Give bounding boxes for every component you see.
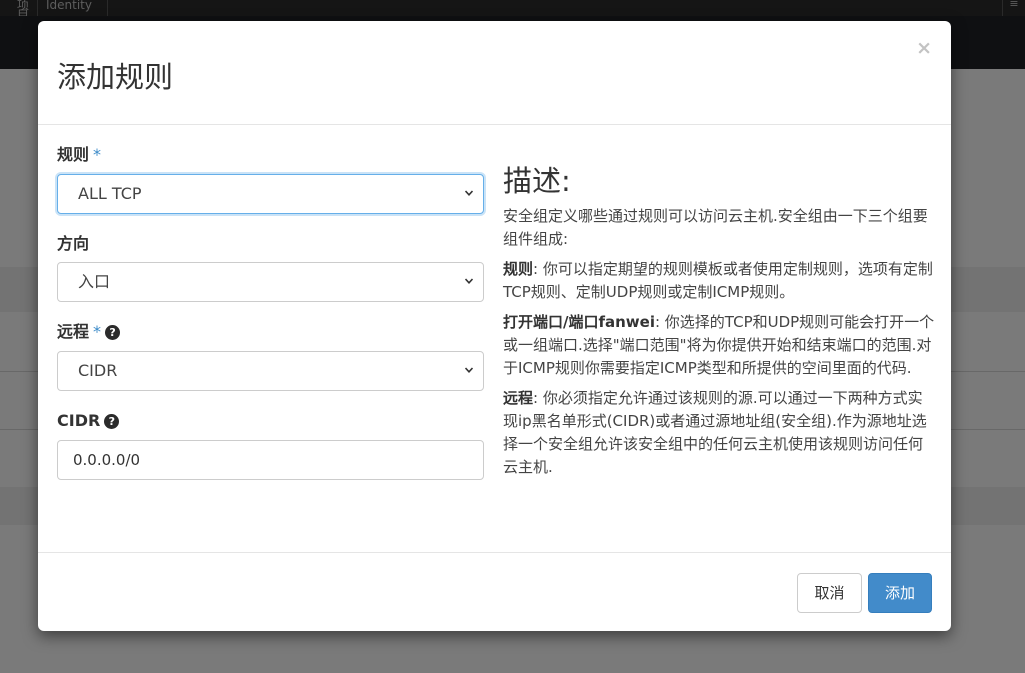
description-panel: 描述: 安全组定义哪些通过规则可以访问云主机.安全组由一下三个组要组件组成: 规…	[503, 163, 935, 486]
cancel-button[interactable]: 取消	[797, 573, 862, 613]
description-remote: 远程: 你必须指定允许通过该规则的源.可以通过一下两种方式实现ip黑名单形式(C…	[503, 387, 935, 479]
cidr-input-value: 0.0.0.0/0	[73, 451, 141, 469]
remote-text: : 你必须指定允许通过该规则的源.可以通过一下两种方式实现ip黑名单形式(CID…	[503, 389, 927, 476]
cidr-label-text: CIDR	[57, 411, 101, 430]
chevron-down-icon	[465, 278, 473, 284]
rule-select[interactable]: ALL TCP	[57, 174, 484, 214]
description-intro: 安全组定义哪些通过规则可以访问云主机.安全组由一下三个组要组件组成:	[503, 207, 928, 248]
rule-term: 规则	[503, 260, 534, 278]
add-button[interactable]: 添加	[868, 573, 932, 613]
help-icon[interactable]: ?	[104, 414, 120, 429]
remote-term: 远程	[503, 389, 534, 407]
chevron-down-icon	[465, 190, 473, 196]
remote-label: 远程 *?	[57, 322, 121, 342]
rule-label-text: 规则	[57, 145, 90, 164]
close-icon[interactable]: ×	[916, 37, 932, 59]
cidr-label: CIDR?	[57, 411, 120, 431]
help-icon[interactable]: ?	[105, 325, 121, 340]
add-rule-modal: 添加规则 × 规则 * ALL TCP 方向 入口 远程 *? CIDR CIDR?…	[38, 21, 951, 631]
remote-label-text: 远程	[57, 322, 90, 341]
remote-select[interactable]: CIDR	[57, 351, 484, 391]
cidr-input[interactable]: 0.0.0.0/0	[57, 440, 484, 480]
description-rule: 规则: 你可以指定期望的规则模板或者使用定制规则，选项有定制TCP规则、定制UD…	[503, 258, 935, 304]
direction-select-value: 入口	[78, 272, 111, 291]
description-port: 打开端口/端口fanwei: 你选择的TCP和UDP规则可能会打开一个或一组端口…	[503, 311, 935, 380]
chevron-down-icon	[465, 367, 473, 373]
modal-title: 添加规则	[57, 60, 174, 94]
description-title: 描述:	[503, 164, 571, 198]
remote-select-value: CIDR	[78, 361, 118, 380]
required-marker: *	[93, 145, 102, 164]
direction-label: 方向	[57, 234, 89, 254]
required-marker: *	[93, 322, 102, 341]
rule-text: : 你可以指定期望的规则模板或者使用定制规则，选项有定制TCP规则、定制UDP规…	[503, 260, 933, 301]
rule-select-value: ALL TCP	[78, 184, 142, 203]
rule-label: 规则 *	[57, 145, 101, 165]
direction-select[interactable]: 入口	[57, 262, 484, 302]
port-term: 打开端口/端口fanwei	[503, 313, 655, 331]
direction-label-text: 方向	[57, 234, 90, 253]
modal-header: 添加规则 ×	[38, 21, 951, 125]
modal-footer: 取消 添加	[38, 552, 951, 632]
